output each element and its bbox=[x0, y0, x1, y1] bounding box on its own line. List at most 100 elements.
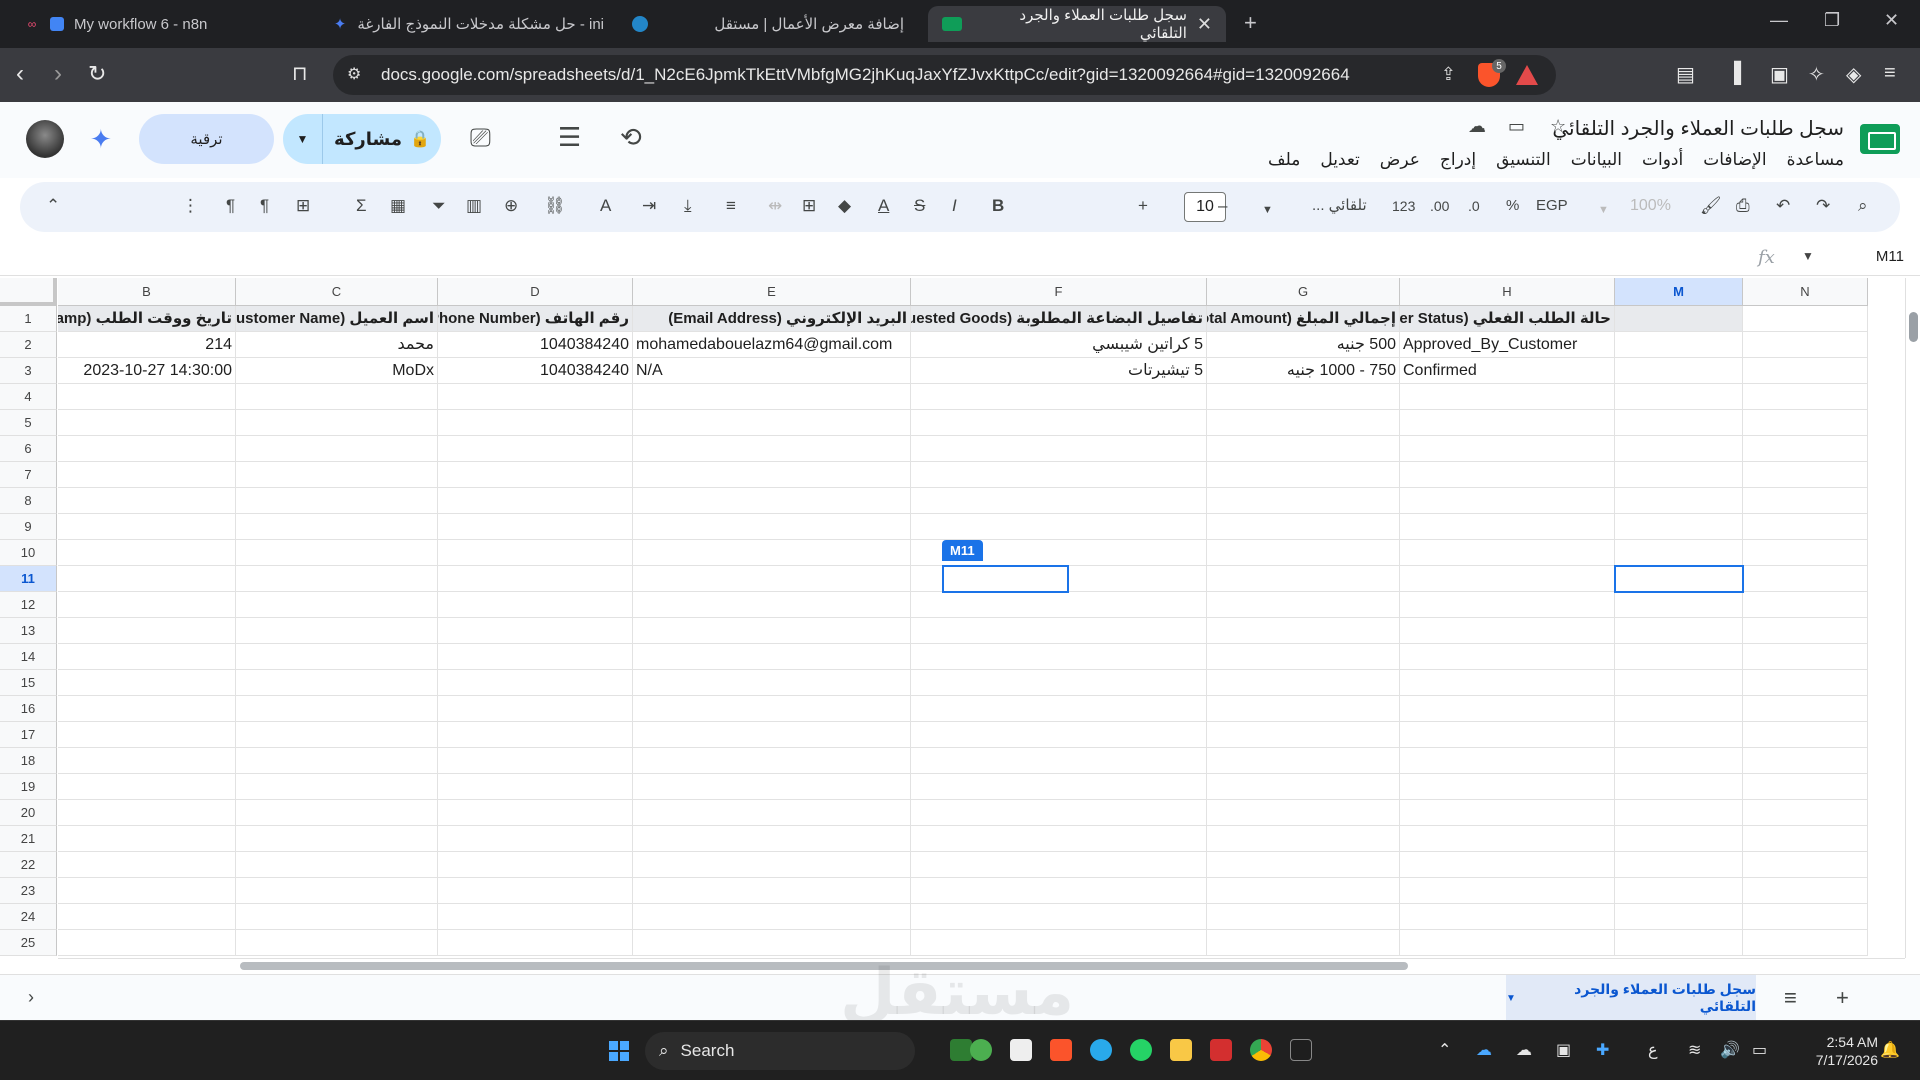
menu-item[interactable]: عرض bbox=[1380, 150, 1420, 170]
cell[interactable] bbox=[236, 644, 438, 670]
row-header[interactable]: 5 bbox=[0, 410, 57, 436]
scroll-thumb[interactable] bbox=[1909, 312, 1918, 342]
cell[interactable] bbox=[1615, 618, 1743, 644]
cell[interactable] bbox=[1743, 462, 1868, 488]
cell[interactable] bbox=[1615, 696, 1743, 722]
cell[interactable] bbox=[1400, 904, 1615, 930]
app-icon[interactable] bbox=[950, 1039, 972, 1061]
cell[interactable]: تاريخ ووقت الطلب (Timestamp bbox=[58, 306, 236, 332]
font-size-increase-icon[interactable]: + bbox=[1138, 196, 1148, 216]
menu-icon[interactable]: ≡ bbox=[1884, 62, 1896, 85]
fill-color-icon[interactable]: ◆ bbox=[838, 196, 851, 216]
cell[interactable] bbox=[633, 384, 911, 410]
wifi-icon[interactable]: ≋ bbox=[1688, 1040, 1701, 1060]
cell[interactable] bbox=[1743, 878, 1868, 904]
cell[interactable] bbox=[58, 670, 236, 696]
app-icon[interactable] bbox=[1010, 1039, 1032, 1061]
active-cell-selection[interactable] bbox=[1614, 565, 1744, 593]
cell[interactable] bbox=[633, 904, 911, 930]
cell[interactable] bbox=[438, 904, 633, 930]
row-header[interactable]: 23 bbox=[0, 878, 57, 904]
cell[interactable] bbox=[1207, 722, 1400, 748]
bookmark-icon[interactable]: ⊓ bbox=[292, 62, 308, 86]
cell[interactable] bbox=[58, 384, 236, 410]
cell[interactable] bbox=[1400, 384, 1615, 410]
cell[interactable] bbox=[1743, 566, 1868, 592]
vertical-scrollbar[interactable] bbox=[1905, 278, 1920, 958]
cell[interactable]: mohamedabouelazm64@gmail.com bbox=[633, 332, 911, 358]
cell[interactable] bbox=[58, 618, 236, 644]
cell[interactable] bbox=[58, 800, 236, 826]
notifications-icon[interactable]: 🔔 bbox=[1880, 1040, 1900, 1060]
row-header[interactable]: 8 bbox=[0, 488, 57, 514]
row-header[interactable]: 20 bbox=[0, 800, 57, 826]
cell[interactable] bbox=[1615, 332, 1743, 358]
minimize-icon[interactable]: — bbox=[1770, 10, 1788, 31]
cell[interactable] bbox=[1743, 800, 1868, 826]
cell[interactable] bbox=[236, 566, 438, 592]
share-page-icon[interactable]: ⇪ bbox=[1441, 64, 1456, 85]
cell[interactable] bbox=[1743, 358, 1868, 384]
ltr-icon[interactable]: ¶ bbox=[260, 196, 269, 216]
add-sheet-icon[interactable]: + bbox=[1836, 985, 1849, 1011]
cell[interactable] bbox=[1615, 436, 1743, 462]
cell[interactable] bbox=[911, 488, 1207, 514]
cell[interactable] bbox=[633, 618, 911, 644]
cloud-status-icon[interactable]: ☁ bbox=[1468, 116, 1486, 137]
font-size-decrease-icon[interactable]: – bbox=[1218, 196, 1227, 216]
cell[interactable]: اسم العميل (Customer Name) bbox=[236, 306, 438, 332]
paint-format-icon[interactable]: 🖌 bbox=[1700, 196, 1722, 216]
cell[interactable] bbox=[911, 930, 1207, 956]
cell[interactable] bbox=[1400, 592, 1615, 618]
cell[interactable] bbox=[58, 540, 236, 566]
cell[interactable] bbox=[1207, 930, 1400, 956]
cell[interactable] bbox=[438, 852, 633, 878]
cell[interactable] bbox=[1400, 566, 1615, 592]
row-header[interactable]: 7 bbox=[0, 462, 57, 488]
cell[interactable] bbox=[911, 462, 1207, 488]
column-header[interactable]: M bbox=[1615, 278, 1743, 306]
insert-comment-icon[interactable]: ⊕ bbox=[504, 196, 518, 216]
cell[interactable] bbox=[1400, 488, 1615, 514]
row-header[interactable]: 24 bbox=[0, 904, 57, 930]
sidebar-icon[interactable]: ▌ bbox=[1734, 62, 1748, 85]
zoom-dropdown-icon[interactable]: ▼ bbox=[1598, 200, 1609, 220]
cell[interactable] bbox=[438, 826, 633, 852]
brave-icon[interactable] bbox=[1050, 1039, 1072, 1061]
cell[interactable] bbox=[911, 852, 1207, 878]
cell[interactable] bbox=[1615, 670, 1743, 696]
cell[interactable] bbox=[633, 722, 911, 748]
cell[interactable] bbox=[911, 436, 1207, 462]
row-header[interactable]: 4 bbox=[0, 384, 57, 410]
cell[interactable] bbox=[633, 774, 911, 800]
cell[interactable] bbox=[58, 930, 236, 956]
cell[interactable]: تفاصيل البضاعة المطلوبة (Requested Goods… bbox=[911, 306, 1207, 332]
cell[interactable] bbox=[58, 696, 236, 722]
cell[interactable] bbox=[911, 592, 1207, 618]
meet-icon[interactable]: ⎚ bbox=[470, 122, 491, 154]
increase-decimal-button[interactable]: .00 bbox=[1430, 196, 1449, 216]
cell[interactable] bbox=[1400, 436, 1615, 462]
cell[interactable] bbox=[1400, 826, 1615, 852]
menu-item[interactable]: البيانات bbox=[1571, 150, 1622, 170]
close-window-icon[interactable]: ✕ bbox=[1884, 10, 1899, 31]
cell[interactable] bbox=[236, 722, 438, 748]
cell[interactable] bbox=[633, 670, 911, 696]
percent-button[interactable]: % bbox=[1506, 196, 1519, 216]
cell[interactable] bbox=[236, 696, 438, 722]
cell[interactable] bbox=[911, 670, 1207, 696]
functions-icon[interactable]: Σ bbox=[356, 196, 367, 216]
cell[interactable]: 2023-10-27 14:30:00 bbox=[58, 358, 236, 384]
cell[interactable] bbox=[1615, 358, 1743, 384]
select-all-corner[interactable] bbox=[0, 278, 57, 306]
cell[interactable] bbox=[1207, 670, 1400, 696]
cell[interactable] bbox=[438, 774, 633, 800]
wps-icon[interactable] bbox=[1210, 1039, 1232, 1061]
cell[interactable] bbox=[1207, 644, 1400, 670]
cell[interactable] bbox=[1743, 306, 1868, 332]
cell[interactable] bbox=[438, 644, 633, 670]
cell[interactable] bbox=[438, 930, 633, 956]
cell[interactable] bbox=[1400, 696, 1615, 722]
cell[interactable] bbox=[1400, 722, 1615, 748]
vertical-align-icon[interactable]: ⤓ bbox=[684, 196, 692, 216]
